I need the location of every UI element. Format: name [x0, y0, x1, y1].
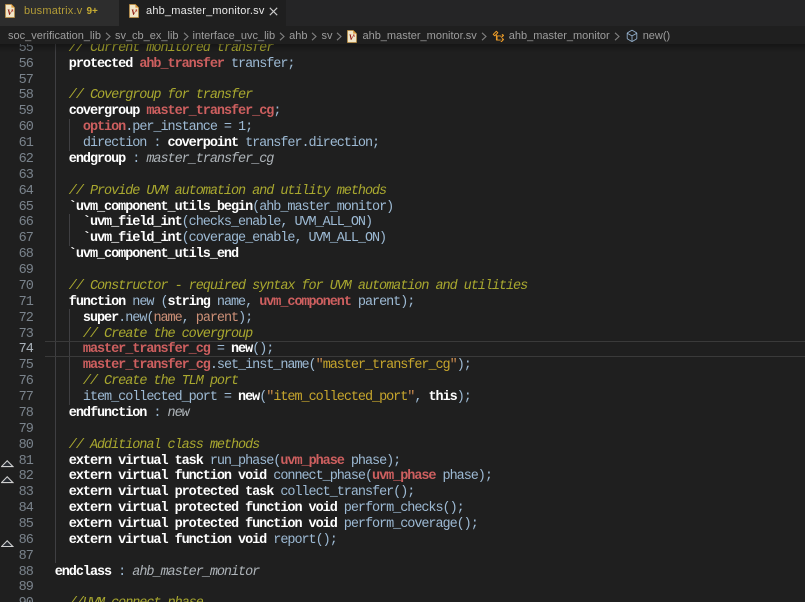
- svg-text:V: V: [349, 33, 355, 42]
